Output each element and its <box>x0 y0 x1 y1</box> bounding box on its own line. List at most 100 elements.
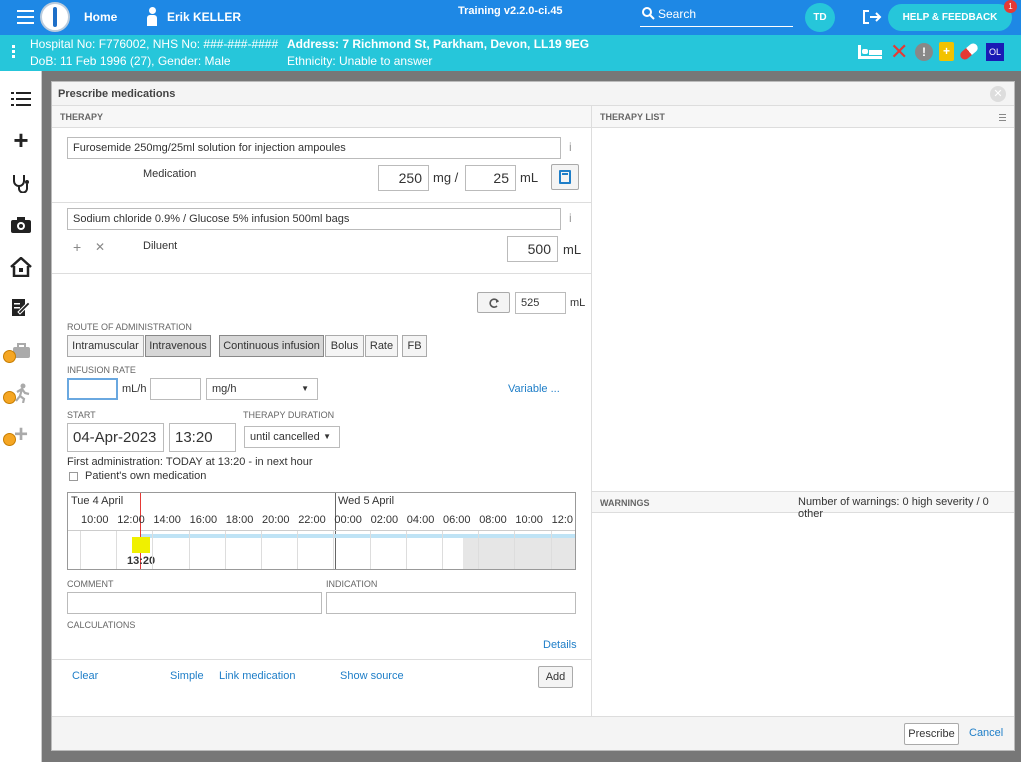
user-name[interactable]: Erik KELLER <box>167 10 241 24</box>
add-button[interactable]: Add <box>538 666 573 688</box>
timeline-tick-label: 10:00 <box>81 514 109 526</box>
diluent-info-icon[interactable]: i <box>569 211 572 225</box>
timeline-grid-line <box>405 531 407 569</box>
medication-info-icon[interactable]: i <box>569 140 572 154</box>
dose-input[interactable]: 250 <box>378 165 429 191</box>
timeline-grid-row <box>68 530 575 531</box>
own-medication-checkbox[interactable] <box>69 472 78 481</box>
volume-input[interactable]: 25 <box>465 165 516 191</box>
add-icon[interactable]: + <box>9 125 33 155</box>
intravenous-button[interactable]: Intravenous <box>145 335 211 357</box>
timeline-grid-line <box>442 531 443 569</box>
continuous-infusion-button[interactable]: Continuous infusion <box>219 335 324 357</box>
total-volume-unit: mL <box>570 297 586 309</box>
link-medication-link[interactable]: Link medication <box>219 670 295 682</box>
bolus-button[interactable]: Bolus <box>325 335 364 357</box>
help-feedback-button[interactable]: HELP & FEEDBACK <box>888 4 1012 31</box>
medication-label: Medication <box>143 168 197 180</box>
bed-icon[interactable] <box>858 45 882 59</box>
prescribe-dialog: Prescribe medications ✕ THERAPY THERAPY … <box>51 81 1015 751</box>
timeline-grid-line <box>478 531 480 569</box>
details-link[interactable]: Details <box>543 639 577 651</box>
timeline-tick-label: 12:00 <box>117 514 145 526</box>
indication-input[interactable] <box>326 592 576 614</box>
pill-icon[interactable] <box>958 41 980 62</box>
start-date-input[interactable]: 04-Apr-2023 <box>67 423 164 452</box>
lock-icon <box>3 350 16 363</box>
show-source-link[interactable]: Show source <box>340 670 404 682</box>
logout-icon[interactable] <box>862 9 882 25</box>
alert-icon[interactable]: ! <box>915 43 933 61</box>
diluent-label: Diluent <box>143 240 178 252</box>
home-care-icon[interactable] <box>9 255 33 279</box>
section-divider <box>52 273 591 274</box>
therapy-duration-select[interactable]: until cancelled ▼ <box>244 426 340 448</box>
search-box[interactable]: Search <box>640 4 793 27</box>
medication-field[interactable]: Furosemide 250mg/25ml solution for injec… <box>67 137 561 159</box>
therapy-list-menu-icon[interactable] <box>999 114 1006 121</box>
calculator-icon[interactable] <box>551 164 579 190</box>
timeline-tick-label: 00:00 <box>334 514 362 526</box>
infusion-rate-label: INFUSION RATE <box>67 365 136 375</box>
timeline[interactable]: Tue 4 April Wed 5 April 13:20 10:00 12:00… <box>67 492 576 570</box>
camera-icon[interactable] <box>9 213 33 237</box>
timeline-tick-label: 10:00 <box>515 514 543 526</box>
notification-badge: 1 <box>1004 0 1017 13</box>
menu-icon[interactable] <box>17 10 34 24</box>
patient-banner: Hospital No: F776002, NHS No: ###-###-##… <box>0 35 1021 71</box>
logo-icon[interactable] <box>40 2 70 32</box>
dose-rate-input[interactable] <box>150 378 201 400</box>
dose-rate-unit-select[interactable]: mg/h ▼ <box>206 378 318 400</box>
infusion-rate-input[interactable] <box>67 378 118 400</box>
close-icon[interactable]: ✕ <box>990 86 1006 102</box>
allergy-x-icon[interactable]: ✕ <box>890 39 908 65</box>
diluent-volume-input[interactable]: 500 <box>507 236 558 262</box>
variable-link[interactable]: Variable ... <box>508 383 560 395</box>
list-icon[interactable] <box>9 87 33 111</box>
home-link[interactable]: Home <box>84 10 117 24</box>
prescribe-button[interactable]: Prescribe <box>904 723 959 745</box>
timeline-tick-label: 22:00 <box>298 514 326 526</box>
timeline-tick-label: 08:00 <box>479 514 507 526</box>
remove-diluent-icon[interactable]: ✕ <box>95 240 105 254</box>
top-bar: Home Erik KELLER Training v2.2.0-ci.45 S… <box>0 0 1021 35</box>
avatar[interactable]: TD <box>805 3 835 32</box>
refresh-button[interactable] <box>477 292 510 313</box>
timeline-grid-line <box>152 531 154 569</box>
refresh-icon <box>488 298 499 308</box>
route-label: ROUTE OF ADMINISTRATION <box>67 322 192 332</box>
chevron-down-icon: ▼ <box>323 432 331 441</box>
rate-button[interactable]: Rate <box>365 335 398 357</box>
ol-badge[interactable]: OL <box>986 43 1004 61</box>
volume-unit: mL <box>520 170 539 185</box>
total-volume-input[interactable]: 525 <box>515 292 566 314</box>
simple-link[interactable]: Simple <box>170 670 204 682</box>
start-time-input[interactable]: 13:20 <box>169 423 236 452</box>
timeline-tick-label: 12:0 <box>551 514 574 526</box>
chevron-down-icon: ▼ <box>301 384 309 393</box>
document-edit-icon[interactable] <box>9 296 33 320</box>
diluent-field[interactable]: Sodium chloride 0.9% / Glucose 5% infusi… <box>67 208 561 230</box>
calculations-label: CALCULATIONS <box>67 620 136 630</box>
timeline-day-1: Tue 4 April <box>71 495 124 507</box>
clear-link[interactable]: Clear <box>72 670 98 682</box>
stethoscope-icon[interactable] <box>9 171 33 195</box>
timeline-grid-line <box>80 531 81 569</box>
administration-marker[interactable] <box>132 537 150 553</box>
add-diluent-icon[interactable]: + <box>73 239 81 255</box>
timeline-tick-label: 20:00 <box>262 514 290 526</box>
comment-input[interactable] <box>67 592 322 614</box>
timeline-tick-label: 02:00 <box>370 514 399 526</box>
intramuscular-button[interactable]: Intramuscular <box>67 335 144 357</box>
timeline-grid-line <box>550 531 552 569</box>
timeline-tick-label: 18:00 <box>225 514 254 526</box>
fb-button[interactable]: FB <box>402 335 427 357</box>
indication-label: INDICATION <box>326 579 378 589</box>
cancel-link[interactable]: Cancel <box>969 727 1003 739</box>
therapy-duration-label: THERAPY DURATION <box>243 410 335 420</box>
clipboard-icon[interactable]: + <box>939 42 954 61</box>
dialog-title: Prescribe medications <box>52 82 1014 106</box>
timeline-grid-line <box>369 531 371 569</box>
comment-label: COMMENT <box>67 579 114 589</box>
patient-menu-icon[interactable] <box>12 45 15 59</box>
